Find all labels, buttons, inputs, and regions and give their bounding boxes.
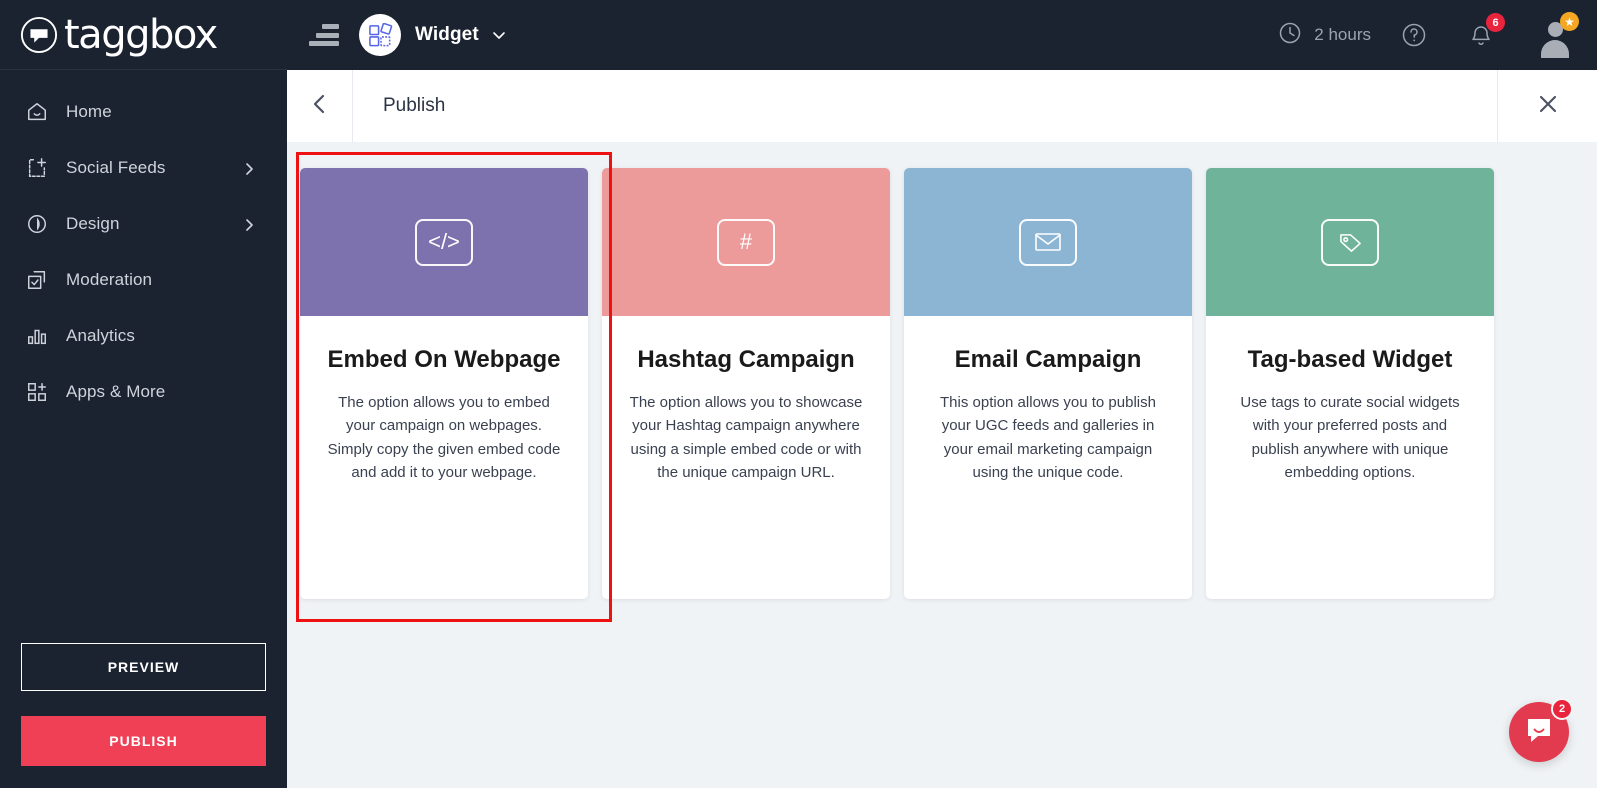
card-title: Hashtag Campaign [637,346,855,373]
code-glyph: </> [428,229,460,254]
chevron-right-icon [243,218,255,231]
session-time-label: 2 hours [1314,25,1371,44]
publish-options: </> Embed On Webpage The option allows y… [287,142,1597,788]
apps-grid-icon [26,381,48,403]
sidebar-item-label: Home [66,102,112,121]
card-header [1206,168,1494,316]
droplet-icon [26,213,48,235]
chevron-right-icon [243,162,255,175]
card-description: The option allows you to showcase your H… [629,394,863,481]
widget-name: Widget [415,24,479,45]
top-bar: Widget 2 hours 6 ★ [287,0,1597,70]
card-title: Embed On Webpage [327,346,561,373]
sidebar-item-home[interactable]: Home [0,92,287,132]
sidebar-item-label: Apps & More [66,382,166,401]
sidebar-item-label: Analytics [66,326,135,345]
card-header: </> [300,168,588,316]
chat-launcher-button[interactable]: 2 [1509,698,1573,762]
sidebar-item-label: Design [66,214,120,233]
sidebar: taggbox Home Social Feeds Design Moderat… [0,0,287,788]
chevron-left-icon [309,93,331,120]
sidebar-item-analytics[interactable]: Analytics [0,316,287,356]
sidebar-item-design[interactable]: Design [0,204,287,244]
code-icon: </> [415,218,473,266]
sidebar-nav: Home Social Feeds Design Moderation Anal… [0,70,287,428]
sidebar-item-moderation[interactable]: Moderation [0,260,287,300]
card-title: Email Campaign [954,346,1142,373]
preview-button[interactable]: PREVIEW [21,643,266,691]
clock-icon [1278,21,1302,50]
close-icon [1537,93,1559,120]
publish-option-hashtag-campaign[interactable]: # Hashtag Campaign The option allows you… [602,168,890,599]
page-header: Publish [287,70,1597,142]
hashtag-icon: # [717,218,775,266]
star-icon: ★ [1560,12,1579,31]
help-circle-icon[interactable] [1401,22,1427,48]
card-description: This option allows you to publish your U… [940,394,1156,481]
moderation-check-icon [26,269,48,291]
brand-logo[interactable]: taggbox [0,0,287,70]
feed-add-icon [26,157,48,179]
card-description: The option allows you to embed your camp… [327,394,561,481]
widget-squares-icon[interactable] [359,14,401,56]
publish-option-email-campaign[interactable]: Email Campaign This option allows you to… [904,168,1192,599]
card-body: Tag-based Widget Use tags to curate soci… [1206,316,1494,484]
card-body: Hashtag Campaign The option allows you t… [602,316,890,484]
avatar[interactable]: ★ [1535,12,1579,58]
sidebar-item-social-feeds[interactable]: Social Feeds [0,148,287,188]
top-bar-right: 2 hours 6 ★ [1278,12,1579,58]
hashtag-glyph: # [739,229,753,254]
brand-name: taggbox [64,11,218,58]
sidebar-item-apps-more[interactable]: Apps & More [0,372,287,412]
chevron-down-icon[interactable] [491,27,507,43]
close-button[interactable] [1498,70,1597,142]
tag-icon [1321,218,1379,266]
card-header [904,168,1192,316]
publish-option-tag-based-widget[interactable]: Tag-based Widget Use tags to curate soci… [1206,168,1494,599]
notifications-button[interactable]: 6 [1469,13,1505,48]
notification-count-badge: 6 [1486,13,1505,32]
card-title: Tag-based Widget [1247,346,1453,373]
sidebar-actions: PREVIEW PUBLISH [21,643,266,766]
chat-bubble-icon [1524,715,1554,750]
publish-option-embed-on-webpage[interactable]: </> Embed On Webpage The option allows y… [300,168,588,599]
back-button[interactable] [287,70,353,142]
page-title: Publish [383,95,446,116]
publish-options-row: </> Embed On Webpage The option allows y… [287,168,1597,599]
bar-chart-icon [26,325,48,347]
home-icon [26,101,48,123]
main-area: Widget 2 hours 6 ★ Publish </> Embed On … [287,0,1597,788]
envelope-icon [1019,218,1077,266]
chat-unread-badge: 2 [1551,698,1573,720]
card-body: Embed On Webpage The option allows you t… [300,316,588,484]
app-root: taggbox Home Social Feeds Design Moderat… [0,0,1597,788]
card-header: # [602,168,890,316]
card-body: Email Campaign This option allows you to… [904,316,1192,484]
sidebar-item-label: Moderation [66,270,153,289]
hamburger-menu-icon[interactable] [309,24,339,46]
taggbox-speech-bubble-logo-icon [20,16,58,54]
session-time[interactable]: 2 hours [1278,21,1371,50]
card-description: Use tags to curate social widgets with y… [1240,394,1460,481]
publish-button[interactable]: PUBLISH [21,716,266,766]
sidebar-item-label: Social Feeds [66,158,166,177]
